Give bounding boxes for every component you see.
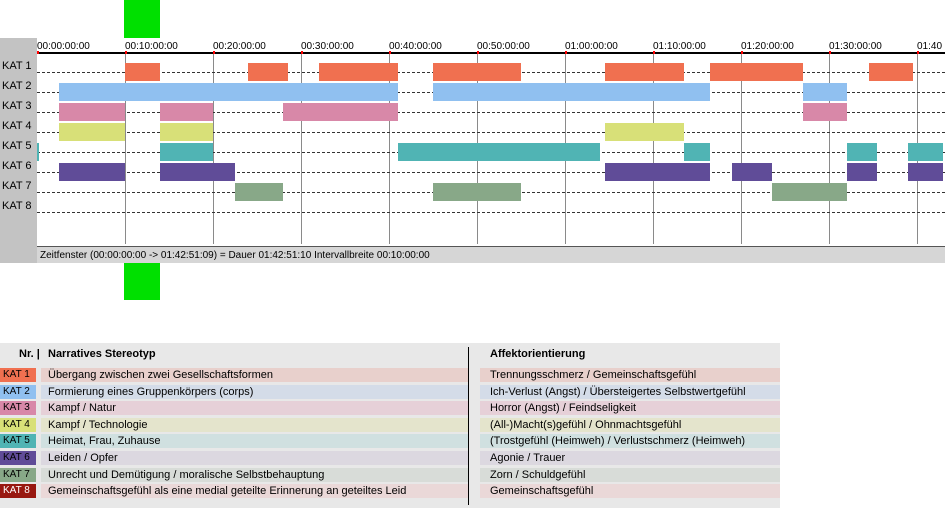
legend-affect-text: Trennungsschmerz / Gemeinschaftsgefühl — [490, 369, 697, 381]
tick-label: 00:20:00:00 — [213, 41, 266, 52]
tick-label: 00:40:00:00 — [389, 41, 442, 52]
bar-kat-5[interactable] — [683, 143, 711, 161]
bar-kat-6[interactable] — [604, 163, 711, 181]
legend-affect-text: Horror (Angst) / Feindseligkeit — [490, 402, 637, 415]
bar-kat-7[interactable] — [771, 183, 847, 201]
bar-kat-2[interactable] — [59, 83, 398, 101]
bar-kat-7[interactable] — [235, 183, 284, 201]
legend-row: KAT 7 Unrecht und Demütigung / moralische… — [0, 467, 780, 482]
bar-kat-1[interactable] — [125, 63, 161, 81]
bar-kat-6[interactable] — [908, 163, 944, 181]
tick-label: 01:10:00:00 — [653, 41, 706, 52]
bar-kat-5[interactable] — [37, 143, 39, 161]
legend-row: KAT 3 Kampf / Natur Horror (Angst) / Feind… — [0, 400, 780, 416]
row-label-kat-8: KAT 8 — [2, 200, 32, 212]
legend-color-badge: KAT 3 — [0, 401, 36, 416]
time-ruler — [37, 52, 945, 54]
legend-table: Nr. | Narratives Stereotyp Affektorienti… — [0, 343, 780, 508]
legend-affect-text: (All-)Macht(s)gefühl / Ohnmachtsgefühl — [490, 418, 682, 431]
legend-row: KAT 1 Übergang zwischen zwei Gesellschaft… — [0, 367, 780, 382]
legend-color-badge: KAT 1 — [0, 368, 36, 382]
legend-stereotype-text: Übergang zwischen zwei Gesellschaftsform… — [48, 369, 273, 381]
bar-kat-3[interactable] — [802, 103, 847, 121]
legend-color-badge: KAT 6 — [0, 451, 36, 465]
legend-affect-text: Zorn / Schuldgefühl — [490, 468, 586, 481]
legend-color-badge: KAT 4 — [0, 417, 36, 432]
legend-stereotype-text: Unrecht und Demütigung / moralische Selb… — [48, 468, 325, 481]
bar-kat-1[interactable] — [318, 63, 398, 81]
bar-kat-6[interactable] — [846, 163, 878, 181]
bar-kat-3[interactable] — [160, 103, 213, 121]
bar-kat-3[interactable] — [59, 103, 125, 121]
bar-kat-4[interactable] — [604, 123, 684, 141]
tick-label: 01:40 — [917, 41, 943, 52]
row-label-kat-7: KAT 7 — [2, 180, 32, 192]
row-label-kat-3: KAT 3 — [2, 100, 32, 112]
bar-kat-5[interactable] — [846, 143, 878, 161]
legend-stereotype-text: Leiden / Opfer — [48, 452, 118, 464]
row-label-kat-6: KAT 6 — [2, 160, 32, 172]
tick-label: 01:30:00:00 — [829, 41, 882, 52]
playhead-marker-bottom[interactable] — [124, 263, 160, 300]
legend-color-badge: KAT 8 — [0, 484, 36, 499]
bar-kat-4[interactable] — [59, 123, 125, 141]
legend-affect-text: Agonie / Trauer — [490, 452, 566, 464]
legend-header-nr: Nr. | — [19, 348, 40, 360]
legend-stereotype-text: Gemeinschaftsgefühl als eine medial gete… — [48, 485, 407, 498]
bar-kat-6[interactable] — [732, 163, 772, 181]
tick-mark — [37, 51, 39, 54]
tick-label: 01:20:00:00 — [741, 41, 794, 52]
legend-row: KAT 5 Heimat, Frau, Zuhause (Trostgefühl (… — [0, 433, 780, 449]
legend-stereotype-text: Kampf / Technologie — [48, 418, 148, 431]
legend-row: KAT 4 Kampf / Technologie (All-)Macht(s)ge… — [0, 417, 780, 432]
row-label-kat-5: KAT 5 — [2, 140, 32, 152]
status-bar: Zeitfenster (00:00:00:00 -> 01:42:51:09)… — [37, 246, 945, 263]
legend-stereotype-text: Heimat, Frau, Zuhause — [48, 435, 161, 448]
bar-kat-6[interactable] — [160, 163, 235, 181]
legend-header-affect: Affektorientierung — [490, 348, 586, 360]
grid-line-vertical — [741, 54, 742, 244]
bar-kat-1[interactable] — [710, 63, 803, 81]
row-label-kat-2: KAT 2 — [2, 80, 32, 92]
bar-kat-1[interactable] — [248, 63, 288, 81]
legend-color-badge: KAT 7 — [0, 467, 36, 482]
tick-label: 00:10:00:00 — [125, 41, 178, 52]
tick-label: 00:50:00:00 — [477, 41, 530, 52]
timeline-plot[interactable]: 00:00:00:00 00:10:00:00 00:20:00:00 00:30:0… — [37, 38, 945, 263]
legend-affect-text: Ich-Verlust (Angst) / Übersteigertes Sel… — [490, 385, 746, 398]
tick-label: 00:30:00:00 — [301, 41, 354, 52]
bar-kat-5[interactable] — [397, 143, 601, 161]
row-label-kat-4: KAT 4 — [2, 120, 32, 132]
bar-kat-6[interactable] — [59, 163, 125, 181]
timeline-panel: KAT 1 KAT 2 KAT 3 KAT 4 KAT 5 KAT 6 KAT 7 KAT 8… — [0, 38, 945, 263]
row-label-kat-1: KAT 1 — [2, 60, 32, 72]
bar-kat-3[interactable] — [283, 103, 398, 121]
legend-color-badge: KAT 5 — [0, 434, 36, 449]
playhead-marker-top[interactable] — [124, 0, 160, 38]
legend-stereotype-text: Kampf / Natur — [48, 402, 116, 415]
grid-line-row — [37, 212, 945, 213]
bar-kat-1[interactable] — [868, 63, 913, 81]
bar-kat-2[interactable] — [802, 83, 847, 101]
legend-row: KAT 6 Leiden / Opfer Agonie / Trauer — [0, 450, 780, 465]
legend-header-stereotype: Narratives Stereotyp — [48, 348, 156, 360]
legend-affect-text: (Trostgefühl (Heimweh) / Verlustschmerz … — [490, 435, 746, 448]
legend-row: KAT 8 Gemeinschaftsgefühl als eine medial… — [0, 483, 780, 499]
bar-kat-5[interactable] — [160, 143, 213, 161]
bar-kat-4[interactable] — [160, 123, 213, 141]
tick-label: 00:00:00:00 — [37, 41, 90, 52]
legend-affect-text: Gemeinschaftsgefühl — [490, 485, 594, 498]
legend-row: KAT 2 Formierung eines Gruppenkörpers (co… — [0, 384, 780, 399]
legend-stereotype-text: Formierung eines Gruppenkörpers (corps) — [48, 385, 254, 398]
bar-kat-2[interactable] — [433, 83, 711, 101]
bar-kat-1[interactable] — [604, 63, 684, 81]
bar-kat-7[interactable] — [433, 183, 521, 201]
bar-kat-1[interactable] — [433, 63, 521, 81]
legend-color-badge: KAT 2 — [0, 384, 36, 399]
bar-kat-5[interactable] — [908, 143, 944, 161]
tick-label: 01:00:00:00 — [565, 41, 618, 52]
